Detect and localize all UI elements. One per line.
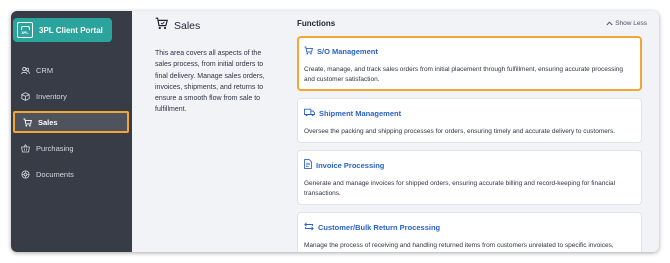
users-icon	[21, 66, 30, 75]
main-content: Sales This area covers all aspects of th…	[132, 11, 659, 252]
show-less-label: Show Less	[615, 20, 647, 27]
sidebar: 3PL 3PL Client Portal CRM Inventory Sale…	[11, 11, 132, 252]
function-card-so-management[interactable]: S/O Management Create, manage, and track…	[297, 36, 642, 91]
functions-header: Functions Show Less	[297, 19, 647, 28]
function-card-title: S/O Management	[317, 46, 378, 56]
sidebar-item-label: Inventory	[36, 91, 67, 101]
function-card-return-processing[interactable]: Customer/Bulk Return Processing Manage t…	[297, 212, 642, 252]
function-card-description: Generate and manage invoices for shipped…	[304, 180, 616, 197]
order-icon	[304, 42, 313, 60]
page-title: Sales	[155, 17, 275, 35]
app-window: 3PL 3PL Client Portal CRM Inventory Sale…	[11, 11, 659, 252]
chevron-up-icon	[606, 21, 613, 26]
sidebar-item-crm[interactable]: CRM	[13, 59, 129, 81]
function-card-description: Create, manage, and track sales orders f…	[304, 66, 624, 83]
return-icon	[304, 218, 314, 236]
sidebar-nav: CRM Inventory Sales Purchasing Documents	[11, 59, 132, 189]
function-card-shipment-management[interactable]: Shipment Management Oversee the packing …	[297, 98, 642, 143]
cart-icon	[23, 118, 32, 127]
sidebar-item-label: Documents	[36, 169, 74, 179]
sidebar-item-purchasing[interactable]: Purchasing	[13, 137, 129, 159]
sidebar-item-label: CRM	[36, 65, 54, 75]
cart-icon	[155, 17, 168, 35]
brand-button[interactable]: 3PL 3PL Client Portal	[13, 18, 112, 42]
brand-logo: 3PL	[17, 22, 33, 38]
invoice-icon	[304, 156, 312, 174]
sidebar-item-inventory[interactable]: Inventory	[13, 85, 129, 107]
brand-name: 3PL Client Portal	[39, 25, 103, 35]
box-icon	[21, 91, 30, 101]
function-card-title: Invoice Processing	[316, 160, 385, 170]
section-intro: Sales This area covers all aspects of th…	[155, 17, 275, 116]
sidebar-item-documents[interactable]: Documents	[13, 163, 129, 185]
section-description: This area covers all aspects of the sale…	[155, 50, 265, 114]
sidebar-item-sales[interactable]: Sales	[13, 111, 129, 133]
function-card-description: Manage the process of receiving and hand…	[304, 242, 614, 249]
function-card-invoice-processing[interactable]: Invoice Processing Generate and manage i…	[297, 150, 642, 205]
function-card-title: Customer/Bulk Return Processing	[318, 222, 441, 232]
show-less-toggle[interactable]: Show Less	[606, 20, 647, 27]
functions-panel: Functions Show Less S/O Management Creat…	[297, 19, 647, 252]
function-card-description: Oversee the packing and shipping process…	[304, 128, 616, 135]
truck-icon	[304, 104, 315, 122]
page-title-text: Sales	[174, 20, 201, 32]
functions-title: Functions	[297, 19, 336, 28]
sidebar-item-label: Purchasing	[36, 143, 74, 153]
documents-icon	[21, 170, 30, 179]
function-card-title: Shipment Management	[319, 108, 402, 118]
sidebar-item-label: Sales	[38, 117, 58, 127]
purchase-icon	[21, 143, 30, 153]
